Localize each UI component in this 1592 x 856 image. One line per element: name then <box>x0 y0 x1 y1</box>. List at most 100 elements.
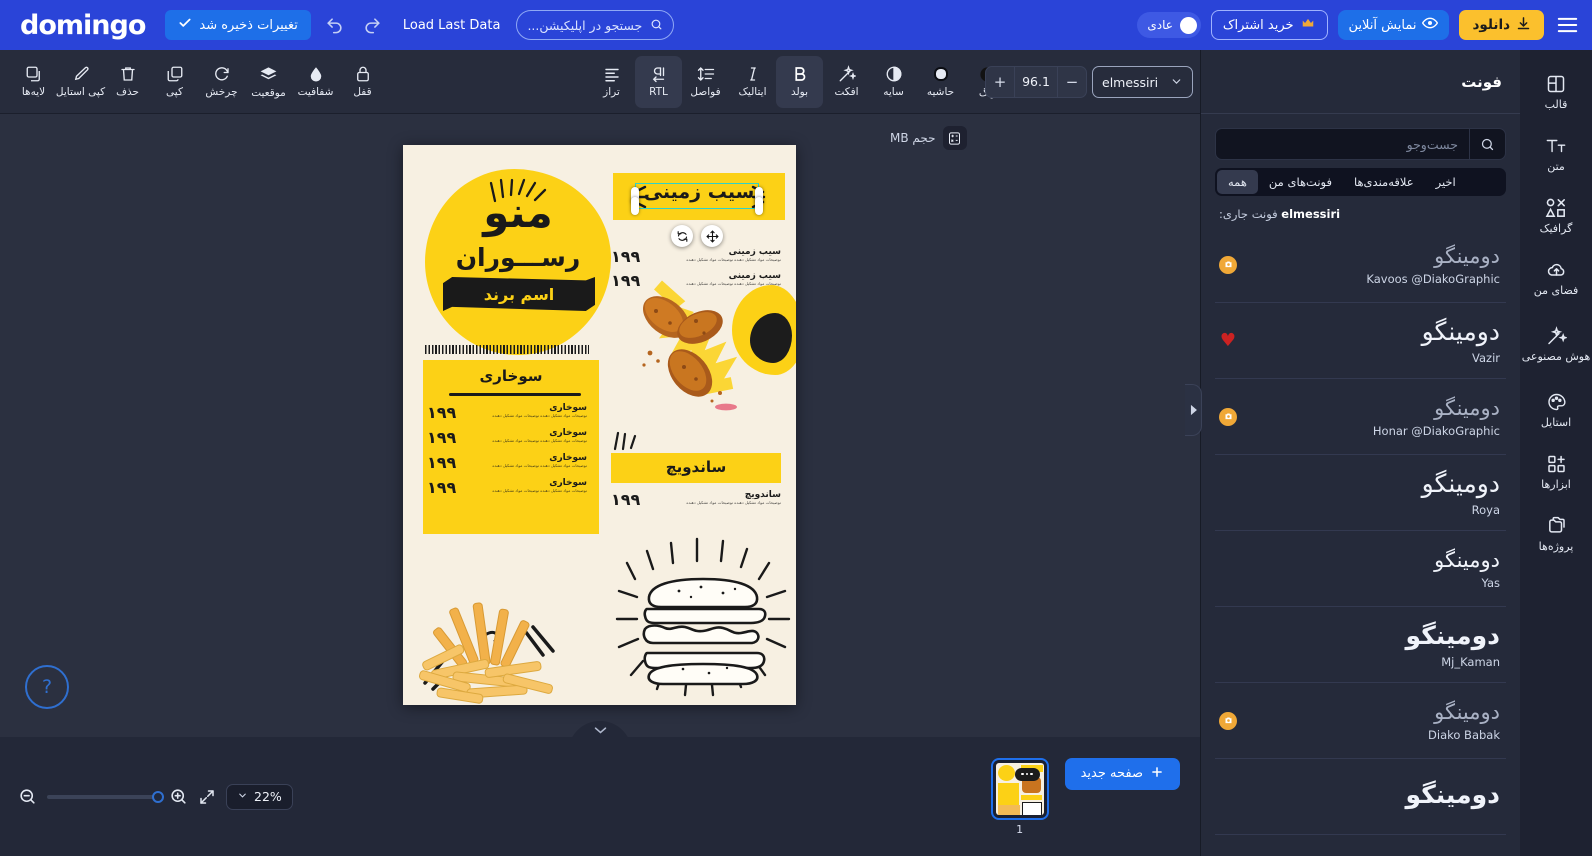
tool-opacity[interactable]: شفافیت <box>292 56 339 108</box>
download-button[interactable]: دانلود <box>1459 10 1544 40</box>
right-rail: قالب متن گرافیک فضای من هوش مصنوعی استای… <box>1520 50 1592 856</box>
font-panel-header: فونت <box>1201 50 1520 114</box>
font-sample-text: دومینگو <box>1405 780 1500 810</box>
zoom-level-select[interactable]: 22% <box>226 783 293 810</box>
tool-bold[interactable]: بولد <box>776 56 823 108</box>
font-search[interactable] <box>1215 128 1506 160</box>
new-page-button[interactable]: صفحه جدید <box>1064 757 1180 790</box>
selection-handle[interactable] <box>631 197 639 215</box>
tool-layers-label: لایه‌ها <box>21 86 46 99</box>
question-mark-icon: ? <box>41 676 53 698</box>
tool-delete-label: حذف <box>116 86 139 99</box>
current-font-value: elmessiri <box>1281 207 1341 221</box>
rail-item-my-space[interactable]: فضای من <box>1520 248 1592 310</box>
tool-layers[interactable]: لایه‌ها <box>10 56 57 108</box>
poster-sandwich-title: ساندویچ <box>665 458 727 476</box>
poster-item-price: ۱۹۹ <box>427 428 457 447</box>
tool-outline[interactable]: حاشیه <box>917 56 964 108</box>
tool-position[interactable]: موقعیت <box>245 56 292 108</box>
font-list-item[interactable]: دومینگو Honar @DiakoGraphic <box>1215 379 1506 455</box>
font-tab-my-fonts[interactable]: فونت‌های من <box>1258 170 1343 194</box>
text-tool-group: تراز RTL فواصل ایتالیک بولد افکت سایه حا… <box>588 56 1011 108</box>
font-list-item[interactable]: دومینگو Mj_Kaman <box>1215 607 1506 683</box>
font-list-item[interactable]: دومینگو Yas <box>1215 531 1506 607</box>
font-list[interactable]: دومینگو Kavoos @DiakoGraphic ♥ دومینگو V… <box>1215 227 1506 845</box>
save-status-pill[interactable]: تغییرات ذخیره شد <box>165 10 311 40</box>
tool-shadow[interactable]: سایه <box>870 56 917 108</box>
tool-delete[interactable]: حذف <box>104 56 151 108</box>
poster-burger-sketch <box>615 537 791 697</box>
rail-item-ai[interactable]: هوش مصنوعی <box>1520 310 1592 380</box>
font-sample-text: دومینگو <box>1434 699 1500 724</box>
zoom-slider[interactable] <box>47 790 164 803</box>
canvas-collapse-tab[interactable] <box>568 721 632 737</box>
font-name: Yas <box>1481 576 1500 591</box>
poster-artboard[interactable]: منو رســـوران اسم برند سوخاری ۱۹۹ سوخاری… <box>403 145 796 705</box>
font-tab-all[interactable]: همه <box>1217 170 1258 194</box>
font-list-item[interactable]: دومینگو Diako Babak <box>1215 683 1506 759</box>
fit-screen-button[interactable] <box>198 788 216 806</box>
undo-button[interactable] <box>321 11 349 39</box>
mode-toggle[interactable]: عادی <box>1137 12 1201 38</box>
font-name: Kavoos @DiakoGraphic <box>1366 272 1500 287</box>
font-tab-favorites[interactable]: علاقه‌مندی‌ها <box>1343 170 1425 194</box>
tool-rotate[interactable]: چرخش <box>198 56 245 108</box>
tool-lock[interactable]: قفل <box>339 56 386 108</box>
calculator-icon <box>942 126 967 150</box>
font-tab-recent[interactable]: اخیر <box>1425 170 1467 194</box>
rail-item-template[interactable]: قالب <box>1520 62 1592 124</box>
page-thumbnail[interactable] <box>990 757 1049 820</box>
tool-align[interactable]: تراز <box>588 56 635 108</box>
font-size-value[interactable]: 96.1 <box>1014 67 1058 97</box>
more-dots-icon[interactable] <box>1014 767 1040 781</box>
font-list-item[interactable]: دومینگو Roya <box>1215 455 1506 531</box>
zoom-slider-knob[interactable] <box>152 790 164 803</box>
move-handle-icon[interactable] <box>701 225 723 247</box>
zoom-out-button[interactable] <box>18 787 37 806</box>
font-family-select[interactable]: elmessiri <box>1092 66 1193 98</box>
font-list-item[interactable]: دومینگو Kavoos @DiakoGraphic <box>1215 227 1506 303</box>
tool-spacing[interactable]: فواصل <box>682 56 729 108</box>
rail-label: هوش مصنوعی <box>1521 350 1591 364</box>
tool-copy-style-label: کپی استایل <box>55 86 106 99</box>
rail-label: فضای من <box>1533 284 1579 298</box>
font-size-increase[interactable]: + <box>986 67 1014 97</box>
rail-item-projects[interactable]: پروژه‌ها <box>1520 504 1592 566</box>
tool-copy-style[interactable]: کپی استایل <box>55 56 106 108</box>
favorite-heart-icon[interactable]: ♥ <box>1219 330 1237 351</box>
global-search[interactable]: جستجو در اپلیکیشن... <box>516 10 675 40</box>
font-size-stepper[interactable]: + 96.1 − <box>985 66 1087 98</box>
rotate-handle-icon[interactable] <box>671 225 693 247</box>
canvas-area[interactable]: حجم MB منو رســـوران اسم برند سوخاری ۱۹۹… <box>0 114 1200 737</box>
rail-item-style[interactable]: استایل <box>1520 380 1592 442</box>
buy-subscription-button[interactable]: خرید اشتراک <box>1210 10 1328 40</box>
rail-item-graphics[interactable]: گرافیک <box>1520 186 1592 248</box>
poster-item-desc: توضیحات مواد تشکیل دهنده توضیحات مواد تش… <box>686 257 781 262</box>
font-size-decrease[interactable]: − <box>1058 67 1086 97</box>
online-preview-button[interactable]: نمایش آنلاین <box>1337 10 1450 40</box>
tool-effects[interactable]: افکت <box>823 56 870 108</box>
tool-italic[interactable]: ایتالیک <box>729 56 776 108</box>
tool-rotate-label: چرخش <box>205 86 238 99</box>
panel-collapse-button[interactable] <box>1185 384 1202 436</box>
document-size-indicator[interactable]: حجم MB <box>890 126 967 150</box>
poster-item-name: سوخاری <box>549 403 587 413</box>
selection-handle[interactable] <box>755 197 763 215</box>
rail-item-text[interactable]: متن <box>1520 124 1592 186</box>
rail-item-tools[interactable]: ابزارها <box>1520 442 1592 504</box>
tool-duplicate[interactable]: کپی <box>151 56 198 108</box>
redo-button[interactable] <box>359 11 387 39</box>
font-search-input[interactable] <box>1216 129 1469 159</box>
app-logo[interactable]: domingo <box>20 10 146 41</box>
font-list-item[interactable]: دومینگو <box>1215 759 1506 835</box>
poster-fried-title: سوخاری <box>479 367 543 385</box>
tool-rtl[interactable]: RTL <box>635 56 682 108</box>
font-list-item[interactable]: ♥ دومینگو Vazir <box>1215 303 1506 379</box>
poster-fried-row: ۱۹۹ سوخاری توضیحات مواد تشکیل دهنده توضیح… <box>427 478 587 497</box>
zoom-in-button[interactable] <box>169 787 188 806</box>
main-menu-button[interactable] <box>1554 12 1580 38</box>
load-last-data-button[interactable]: Load Last Data <box>397 18 507 33</box>
help-button[interactable]: ? <box>25 665 69 709</box>
poster-item-desc: توضیحات مواد تشکیل دهنده توضیحات مواد تش… <box>492 488 587 493</box>
tool-opacity-label: شفافیت <box>297 86 334 99</box>
